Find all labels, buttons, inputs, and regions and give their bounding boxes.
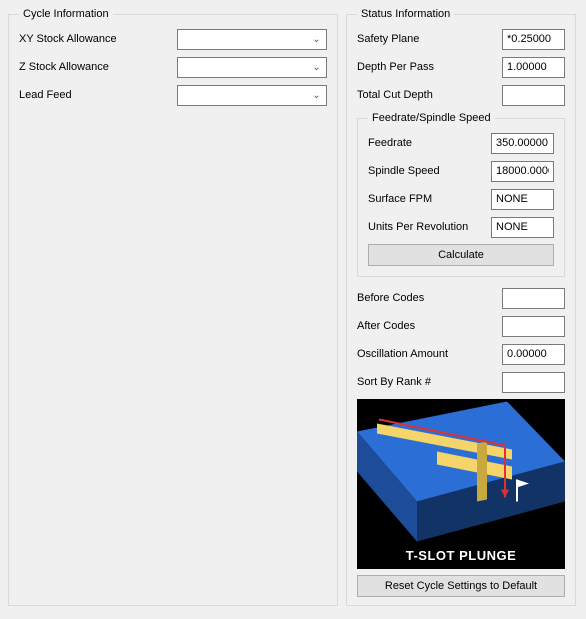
total-cut-depth-input[interactable] <box>502 85 565 106</box>
oscillation-input[interactable] <box>502 344 565 365</box>
sort-rank-label: Sort By Rank # <box>357 376 502 388</box>
spindle-speed-label: Spindle Speed <box>368 165 491 177</box>
before-codes-input[interactable] <box>502 288 565 309</box>
safety-plane-row: Safety Plane <box>357 28 565 50</box>
depth-per-pass-input[interactable] <box>502 57 565 78</box>
total-cut-depth-label: Total Cut Depth <box>357 89 502 101</box>
surface-fpm-row: Surface FPM <box>368 188 554 210</box>
lead-feed-combo[interactable]: ⌄ <box>177 85 327 106</box>
z-stock-label: Z Stock Allowance <box>19 61 177 73</box>
feedrate-input[interactable] <box>491 133 554 154</box>
before-codes-row: Before Codes <box>357 287 565 309</box>
status-information-group: Status Information Safety Plane Depth Pe… <box>346 8 576 606</box>
xy-stock-label: XY Stock Allowance <box>19 33 177 45</box>
depth-per-pass-row: Depth Per Pass <box>357 56 565 78</box>
chevron-down-icon: ⌄ <box>309 62 324 73</box>
tslot-plunge-graphic: T-SLOT PLUNGE <box>357 399 565 569</box>
tslot-caption: T-SLOT PLUNGE <box>357 544 565 569</box>
units-per-rev-row: Units Per Revolution <box>368 216 554 238</box>
cycle-information-group: Cycle Information XY Stock Allowance ⌄ Z… <box>8 8 338 606</box>
units-per-rev-label: Units Per Revolution <box>368 221 491 233</box>
oscillation-row: Oscillation Amount <box>357 343 565 365</box>
feedrate-label: Feedrate <box>368 137 491 149</box>
safety-plane-label: Safety Plane <box>357 33 502 45</box>
sort-rank-row: Sort By Rank # <box>357 371 565 393</box>
total-cut-depth-row: Total Cut Depth <box>357 84 565 106</box>
reset-cycle-button[interactable]: Reset Cycle Settings to Default <box>357 575 565 597</box>
units-per-rev-input[interactable] <box>491 217 554 238</box>
spindle-speed-input[interactable] <box>491 161 554 182</box>
oscillation-label: Oscillation Amount <box>357 348 502 360</box>
before-codes-label: Before Codes <box>357 292 502 304</box>
sort-rank-input[interactable] <box>502 372 565 393</box>
z-stock-combo[interactable]: ⌄ <box>177 57 327 78</box>
xy-stock-row: XY Stock Allowance ⌄ <box>19 28 327 50</box>
safety-plane-input[interactable] <box>502 29 565 50</box>
after-codes-label: After Codes <box>357 320 502 332</box>
after-codes-input[interactable] <box>502 316 565 337</box>
after-codes-row: After Codes <box>357 315 565 337</box>
xy-stock-combo[interactable]: ⌄ <box>177 29 327 50</box>
feedrate-legend: Feedrate/Spindle Speed <box>368 112 495 124</box>
surface-fpm-label: Surface FPM <box>368 193 491 205</box>
chevron-down-icon: ⌄ <box>309 34 324 45</box>
spindle-speed-row: Spindle Speed <box>368 160 554 182</box>
feedrate-row: Feedrate <box>368 132 554 154</box>
surface-fpm-input[interactable] <box>491 189 554 210</box>
cycle-legend: Cycle Information <box>19 8 113 20</box>
status-legend: Status Information <box>357 8 454 20</box>
depth-per-pass-label: Depth Per Pass <box>357 61 502 73</box>
calculate-button[interactable]: Calculate <box>368 244 554 266</box>
chevron-down-icon: ⌄ <box>309 90 324 101</box>
feedrate-spindle-group: Feedrate/Spindle Speed Feedrate Spindle … <box>357 112 565 277</box>
z-stock-row: Z Stock Allowance ⌄ <box>19 56 327 78</box>
tslot-plunge-icon <box>357 399 565 544</box>
lead-feed-row: Lead Feed ⌄ <box>19 84 327 106</box>
lead-feed-label: Lead Feed <box>19 89 177 101</box>
